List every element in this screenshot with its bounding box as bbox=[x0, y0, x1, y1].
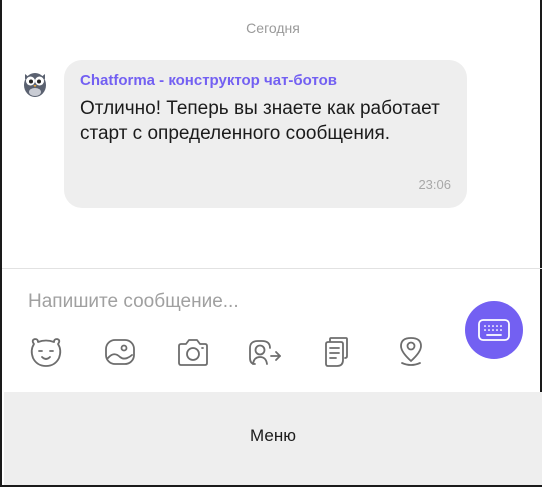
location-icon bbox=[400, 337, 422, 366]
gallery-icon bbox=[105, 339, 135, 365]
file-icon bbox=[325, 337, 348, 367]
message-time: 23:06 bbox=[418, 177, 451, 192]
owl-icon bbox=[24, 73, 46, 97]
message-sender[interactable]: Chatforma - конструктор чат-ботов bbox=[80, 72, 337, 89]
bot-menu-bar: Меню bbox=[4, 392, 542, 485]
menu-button[interactable]: Меню bbox=[4, 392, 542, 479]
gif-button[interactable] bbox=[246, 332, 286, 372]
sticker-icon bbox=[30, 338, 62, 367]
gif-icon bbox=[249, 340, 281, 365]
message-bubble[interactable]: Chatforma - конструктор чат-ботов Отличн… bbox=[64, 60, 467, 208]
keyboard-icon bbox=[478, 319, 510, 341]
message-input[interactable] bbox=[28, 288, 428, 316]
camera-button[interactable] bbox=[173, 332, 213, 372]
camera-icon bbox=[178, 339, 208, 366]
sticker-button[interactable] bbox=[26, 332, 66, 372]
date-separator: Сегодня bbox=[246, 20, 300, 36]
bot-avatar[interactable] bbox=[22, 68, 48, 98]
location-button[interactable] bbox=[391, 332, 431, 372]
keyboard-button[interactable] bbox=[465, 301, 523, 359]
message-text: Отлично! Теперь вы знаете как работает с… bbox=[80, 98, 440, 144]
file-button[interactable] bbox=[318, 332, 358, 372]
composer-divider bbox=[2, 268, 542, 269]
chat-window: Сегодня Chatforma - конструктор чат-бото… bbox=[0, 0, 542, 487]
gallery-button[interactable] bbox=[100, 332, 140, 372]
